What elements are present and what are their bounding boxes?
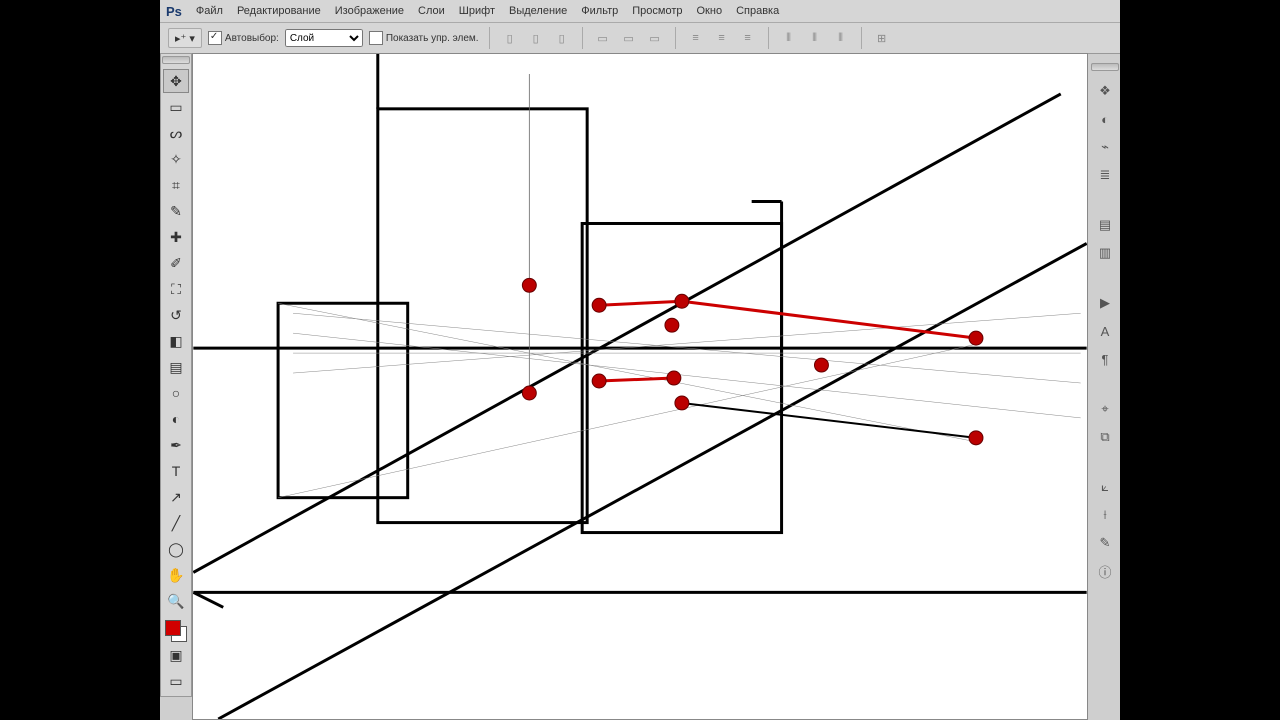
menu-layers[interactable]: Слои <box>418 5 445 17</box>
history-tool[interactable]: ↺ <box>163 303 189 327</box>
toolbox-grip[interactable] <box>162 56 190 64</box>
eraser-tool[interactable]: ◧ <box>163 329 189 353</box>
menu-window[interactable]: Окно <box>697 5 723 17</box>
notes-panel-icon[interactable]: ✎ <box>1093 531 1117 555</box>
options-bar: ▸⁺ ▾ Автовыбор: Слой Показать упр. элем.… <box>160 23 1120 54</box>
menu-type[interactable]: Шрифт <box>459 5 495 17</box>
menu-filter[interactable]: Фильтр <box>581 5 618 17</box>
paragraph-panel-icon[interactable]: ¶ <box>1093 347 1117 371</box>
menu-image[interactable]: Изображение <box>335 5 404 17</box>
menubar: Ps Файл Редактирование Изображение Слои … <box>160 0 1120 23</box>
dodge-tool[interactable]: ◐ <box>163 407 189 431</box>
menu-help[interactable]: Справка <box>736 5 779 17</box>
swatches-panel-icon[interactable]: ▤ <box>1093 213 1117 237</box>
app-window: Ps Файл Редактирование Изображение Слои … <box>160 0 1120 720</box>
align-right-icon[interactable]: ▯ <box>552 28 572 48</box>
auto-align-icon[interactable]: ⊞ <box>872 28 892 48</box>
move-tool[interactable]: ✥ <box>163 69 189 93</box>
shape-tool[interactable]: ◯ <box>163 537 189 561</box>
channels-panel-icon[interactable]: ◐ <box>1093 107 1117 131</box>
distribute-vcenter-icon[interactable]: ≡ <box>712 28 732 48</box>
distribute-top-icon[interactable]: ≡ <box>686 28 706 48</box>
distribute-right-icon[interactable]: ⦀ <box>831 28 851 48</box>
menu-file[interactable]: Файл <box>196 5 223 17</box>
distribute-bottom-icon[interactable]: ≡ <box>738 28 758 48</box>
path-tool[interactable]: ↗ <box>163 485 189 509</box>
text-tool[interactable]: T <box>163 459 189 483</box>
align-center-v-icon[interactable]: ▭ <box>619 28 639 48</box>
tool-preset-button[interactable]: ▸⁺ ▾ <box>168 28 202 48</box>
eyedrop-tool[interactable]: ✎ <box>163 199 189 223</box>
align-center-h-icon[interactable]: ▯ <box>526 28 546 48</box>
color-swatches[interactable] <box>165 620 187 642</box>
brush-tool[interactable]: ✐ <box>163 251 189 275</box>
clone-panel-icon[interactable]: ⧉ <box>1093 425 1117 449</box>
app-logo: Ps <box>166 4 182 19</box>
distribute-left-icon[interactable]: ⦀ <box>779 28 799 48</box>
marquee-tool[interactable]: ▭ <box>163 95 189 119</box>
styles-panel-icon[interactable]: ▥ <box>1093 241 1117 265</box>
brush-panel-icon[interactable]: ⌖ <box>1093 397 1117 421</box>
paths-panel-icon[interactable]: ⌁ <box>1093 135 1117 159</box>
pen-tool[interactable]: ✒ <box>163 433 189 457</box>
layers-panel-icon[interactable]: ❖ <box>1093 79 1117 103</box>
lasso-tool[interactable]: ᔕ <box>163 121 189 145</box>
gradient-tool[interactable]: ▤ <box>163 355 189 379</box>
canvas[interactable] <box>192 53 1088 720</box>
heal-tool[interactable]: ✚ <box>163 225 189 249</box>
wand-tool[interactable]: ✧ <box>163 147 189 171</box>
character-panel-icon[interactable]: A <box>1093 319 1117 343</box>
info-panel-icon[interactable]: ⓘ <box>1093 559 1117 583</box>
right-panel-dock: ❖ ◐ ⌁ ≣ ▤ ▥ ▶ A ¶ ⌖ ⧉ ⟀ ⟊ ✎ ⓘ <box>1090 53 1120 583</box>
align-bottom-icon[interactable]: ▭ <box>645 28 665 48</box>
adjustments-panel-icon[interactable]: ≣ <box>1093 163 1117 187</box>
menu-edit[interactable]: Редактирование <box>237 5 321 17</box>
zoom-tool[interactable]: 🔍 <box>163 589 189 613</box>
line-tool[interactable]: ╱ <box>163 511 189 535</box>
autoselect-checkbox[interactable]: Автовыбор: <box>208 31 279 45</box>
screenmode-tool[interactable]: ▭ <box>163 669 189 693</box>
menu-select[interactable]: Выделение <box>509 5 567 17</box>
align-top-icon[interactable]: ▭ <box>593 28 613 48</box>
3d-panel-icon[interactable]: ⟀ <box>1093 475 1117 499</box>
dock-grip[interactable] <box>1091 63 1119 71</box>
distribute-hcenter-icon[interactable]: ⦀ <box>805 28 825 48</box>
play-icon[interactable]: ▶ <box>1093 291 1117 315</box>
toolbox: ✥ ▭ ᔕ ✧ ⌗ ✎ ✚ ✐ ⛶ ↺ ◧ ▤ ○ ◐ ✒ T ↗ ╱ ◯ ✋ … <box>160 53 192 697</box>
fg-swatch[interactable] <box>165 620 181 636</box>
stamp-tool[interactable]: ⛶ <box>163 277 189 301</box>
blur-tool[interactable]: ○ <box>163 381 189 405</box>
autoselect-dropdown[interactable]: Слой <box>285 29 363 47</box>
crop-tool[interactable]: ⌗ <box>163 173 189 197</box>
show-controls-checkbox[interactable]: Показать упр. элем. <box>369 31 479 45</box>
measure-panel-icon[interactable]: ⟊ <box>1093 503 1117 527</box>
drawing <box>193 54 1087 719</box>
hand-tool[interactable]: ✋ <box>163 563 189 587</box>
align-left-icon[interactable]: ▯ <box>500 28 520 48</box>
quickmask-tool[interactable]: ▣ <box>163 643 189 667</box>
menu-view[interactable]: Просмотр <box>632 5 682 17</box>
